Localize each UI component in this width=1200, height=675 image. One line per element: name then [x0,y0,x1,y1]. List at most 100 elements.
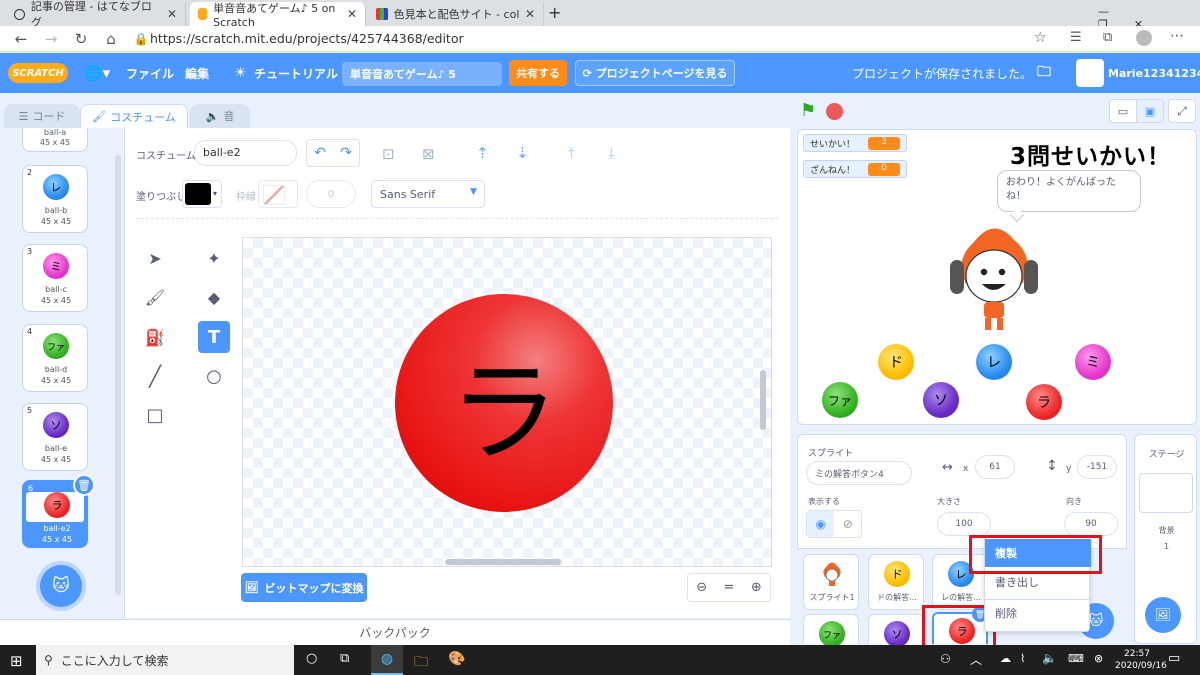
redo-icon[interactable]: ↷ [340,145,352,161]
language-globe-icon[interactable]: 🌐▾ [84,53,110,93]
sprite-name-input[interactable]: ミの解答ボタン4 [806,461,912,485]
share-button[interactable]: 共有する [509,60,567,86]
taskbar-clock[interactable]: 22:57 2020/09/16 [1115,648,1167,672]
outline-width-input[interactable]: 0 [306,180,356,208]
stage-ball-do[interactable]: ド [878,344,914,380]
stage-ball-so[interactable]: ソ [923,382,959,418]
my-stuff-folder-icon[interactable]: 🗀 [1037,53,1051,93]
url-field[interactable]: https://scratch.mit.edu/projects/4257443… [150,31,464,46]
close-tab-icon[interactable]: ✕ [167,7,177,21]
zoom-out-icon[interactable]: ⊖ [696,580,707,595]
file-explorer-icon[interactable]: 🗀 [414,651,428,675]
convert-to-bitmap-button[interactable]: 🖼 ビットマップに変換 [241,573,367,602]
back-icon[interactable]: ⤓ [608,144,615,162]
tab-costume[interactable]: 🖌 コスチューム [80,104,188,128]
new-tab-button[interactable]: + [548,3,561,22]
rectangle-tool-icon[interactable]: □ [139,399,171,431]
scratch-logo[interactable]: SCRATCH [8,63,68,83]
keyboard-icon[interactable]: ⌨ [1068,652,1084,665]
back-arrow-icon[interactable]: ← [6,30,36,48]
front-icon[interactable]: ⤒ [568,144,575,162]
context-delete[interactable]: 削除 [985,599,1091,627]
taskbar-search[interactable]: ⚲ ここに入力して検索 [36,645,294,675]
costume-name-input[interactable]: ball-e2 [194,140,297,166]
stage-ball-fa[interactable]: ファ [822,382,858,418]
text-tool-icon[interactable]: T [198,321,230,353]
show-hidden-icons-chevron[interactable]: ︿ [970,651,982,668]
circle-tool-icon[interactable]: ○ [198,360,230,392]
forward-icon[interactable]: ⇡ [476,144,489,162]
profile-avatar[interactable] [1136,30,1152,46]
tab-code[interactable]: ☰ コード [4,104,80,128]
select-tool-icon[interactable]: ➤ [139,242,171,274]
choose-backdrop-icon[interactable]: 🖼 [1145,597,1181,633]
forward-arrow-icon[interactable]: → [36,30,66,48]
delete-costume-trash-icon[interactable]: 🗑 [73,474,95,496]
hide-eye-icon[interactable]: ⊘ [834,511,861,537]
collections-icon[interactable]: ⧉ [1103,30,1112,45]
costume-tile-partial[interactable]: ball-a 45 x 45 [22,128,88,152]
notification-icon[interactable]: ▭ [1168,651,1180,666]
ungroup-icon[interactable]: ⊠ [422,145,435,163]
project-title-input[interactable]: 単音音あてゲーム♪ 5 [342,62,502,86]
fill-color-picker[interactable]: ▾ [182,180,222,208]
browser-tab-color-sample[interactable]: 色見本と配色サイト - color-sampl ✕ [368,2,544,26]
canvas-horizontal-scrollbar[interactable] [445,559,561,565]
zoom-reset-button[interactable]: = [724,580,735,595]
zoom-in-icon[interactable]: ⊕ [751,580,762,595]
costume-tile[interactable]: 2 レ ball-b 45 x 45 [22,165,88,233]
reload-icon[interactable]: ↻ [66,30,96,48]
ime-off-icon[interactable]: ⊗ [1094,652,1103,665]
sprite-tile[interactable]: ファ [803,614,859,647]
browser-tab-scratch[interactable]: 単音音あてゲーム♪ 5 on Scratch ✕ [190,2,366,29]
stage-ball-ra[interactable]: ラ [1026,384,1062,420]
paint-app-icon[interactable]: 🎨 [448,651,465,667]
stage-target-pane[interactable]: ステージ 背景 1 🖼 [1134,434,1197,644]
costume-tile[interactable]: 3 ミ ball-c 45 x 45 [22,244,88,312]
reshape-tool-icon[interactable]: ✦ [198,242,230,274]
x-position-input[interactable]: 61 [975,455,1015,479]
fill-tool-icon[interactable]: ⛽ [139,321,171,353]
sprite-tile[interactable]: ソ [868,614,924,647]
people-icon[interactable]: ⚇ [940,652,951,666]
canvas-vertical-scrollbar[interactable] [760,370,766,430]
more-menu-icon[interactable]: ⋯ [1170,28,1184,44]
group-icon[interactable]: ⊡ [382,145,395,163]
stage-ball-mi[interactable]: ミ [1075,344,1111,380]
pico-character[interactable] [944,222,1044,334]
line-tool-icon[interactable]: ╱ [139,360,171,392]
size-input[interactable]: 100 [937,512,991,536]
user-avatar[interactable] [1076,59,1104,87]
fullscreen-icon[interactable]: ⤢ [1168,99,1196,123]
edge-browser-icon[interactable]: ◍ [371,645,403,675]
green-flag-icon[interactable]: ⚑ [800,100,816,121]
tab-sound[interactable]: 🔈 音 [190,104,250,128]
brush-tool-icon[interactable]: 🖌 [139,281,171,313]
tutorial-menu[interactable]: チュートリアル [254,53,338,93]
home-icon[interactable]: ⌂ [96,30,126,48]
stop-icon[interactable] [826,103,843,120]
backpack[interactable]: バックパック [0,619,790,645]
project-page-button[interactable]: ⟳ プロジェクトページを見る [575,60,735,86]
close-tab-icon[interactable]: ✕ [347,7,357,21]
outline-color-picker[interactable] [258,180,298,208]
cortana-icon[interactable]: ○ [306,651,317,666]
volume-icon[interactable]: 🔈 [1042,651,1057,665]
costume-tile[interactable]: 5 ソ ball-e 45 x 45 [22,403,88,471]
username[interactable]: Marie12341234 [1108,53,1200,93]
favorite-star-icon[interactable]: ☆ [1034,30,1047,46]
font-select[interactable]: Sans Serif ▼ [371,180,485,208]
costume-list-scrollbar[interactable] [115,155,121,595]
onedrive-icon[interactable]: ☁ [1000,652,1011,665]
task-view-icon[interactable]: ⧉ [340,651,349,666]
costume-tile[interactable]: 4 ファ ball-d 45 x 45 [22,324,88,392]
favorites-list-icon[interactable]: ☰ [1070,30,1082,45]
small-stage-icon[interactable]: ▭ [1109,99,1137,123]
stage-thumbnail[interactable] [1139,473,1193,513]
sprite-tile[interactable]: ド ドの解答... [868,554,924,610]
eraser-tool-icon[interactable]: ◆ [198,281,230,313]
edit-menu[interactable]: 編集 [185,53,209,93]
choose-costume-cat-icon[interactable]: 🐱 [40,565,82,607]
backward-icon[interactable]: ⇣ [516,144,529,162]
large-stage-icon[interactable]: ▣ [1136,99,1164,123]
